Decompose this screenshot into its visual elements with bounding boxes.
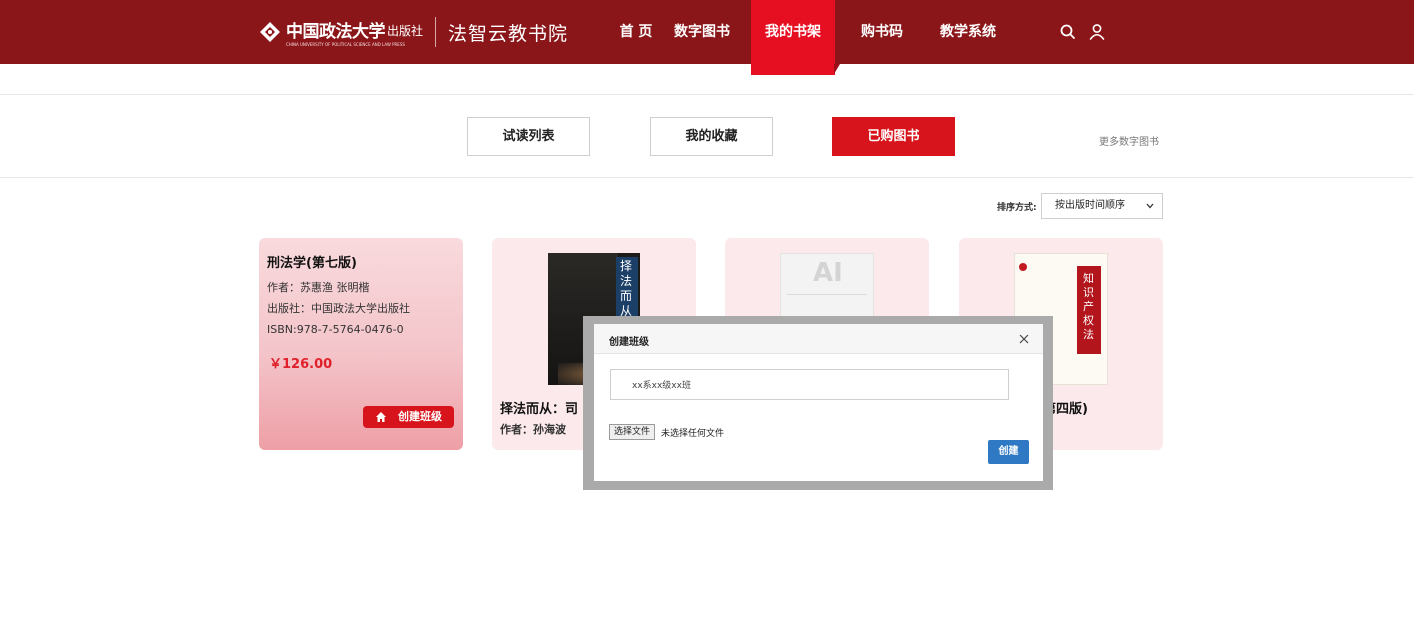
close-icon[interactable] <box>1018 333 1030 345</box>
cover-emblem <box>1019 263 1027 271</box>
book-card[interactable]: 刑法学(第七版) 作者：苏惠渔 张明楷 出版社：中国政法大学出版社 ISBN:9… <box>259 238 463 450</box>
file-status-text: 未选择任何文件 <box>661 429 725 439</box>
cover-title: AI <box>813 258 843 288</box>
nav-teaching-system[interactable]: 教学系统 <box>930 0 1006 64</box>
logo-press: 出版社 <box>387 23 424 38</box>
nav-home[interactable]: 首 页 <box>612 0 660 64</box>
book-author: 作者：苏惠渔 张明楷 <box>267 281 370 294</box>
book-title: 刑法学(第七版) <box>267 256 357 271</box>
nav-book-code[interactable]: 购书码 <box>850 0 914 64</box>
more-digital-books-link[interactable]: 更多数字图书 <box>1099 133 1159 148</box>
create-class-button[interactable]: 创建班级 <box>363 406 454 428</box>
search-icon[interactable] <box>1058 22 1078 42</box>
tab-trial-list[interactable]: 试读列表 <box>467 117 590 156</box>
book-title: 择法而从：司 <box>500 402 579 417</box>
logo-divider <box>435 17 437 47</box>
book-price: ￥126.00 <box>269 357 333 372</box>
logo-subtitle: CHINA UNIVERSITY OF POLITICAL SCIENCE AN… <box>286 42 405 47</box>
cover-title: 择法而从 <box>620 259 633 318</box>
brand-name: 法智云教书院 <box>448 22 569 45</box>
dialog-header: 创建班级 <box>594 324 1043 354</box>
create-class-dialog: 创建班级 选择文件 未选择任何文件 创建 <box>594 324 1043 481</box>
cover-title: 知识产权法 <box>1083 272 1094 341</box>
create-button[interactable]: 创建 <box>988 440 1029 464</box>
sort-selected-value: 按出版时间顺序 <box>1055 200 1125 211</box>
class-name-input[interactable] <box>610 369 1009 400</box>
divider-tabs <box>0 177 1414 178</box>
nav-active-tail <box>834 64 840 74</box>
user-icon[interactable] <box>1087 22 1107 42</box>
cover-rule <box>787 294 867 295</box>
book-publisher: 出版社：中国政法大学出版社 <box>267 302 410 315</box>
tab-favorites[interactable]: 我的收藏 <box>650 117 773 156</box>
sort-label: 排序方式: <box>997 203 1037 213</box>
book-author: 作者：孙海波 <box>500 423 566 436</box>
logo-emblem-icon <box>260 22 280 42</box>
site-logo[interactable]: 中国政法大学 出版社 CHINA UNIVERSITY OF POLITICAL… <box>258 14 568 50</box>
dialog-title: 创建班级 <box>609 337 649 348</box>
nav-digital-books[interactable]: 数字图书 <box>664 0 740 64</box>
nav-my-bookshelf[interactable]: 我的书架 <box>751 0 835 75</box>
home-icon <box>376 412 386 422</box>
logo-name: 中国政法大学 <box>286 21 386 42</box>
tab-purchased-books[interactable]: 已购图书 <box>832 117 955 156</box>
sort-select[interactable]: 按出版时间顺序 <box>1041 193 1163 219</box>
divider-top <box>0 94 1414 95</box>
book-isbn: ISBN:978-7-5764-0476-0 <box>267 323 404 336</box>
chevron-down-icon <box>1146 203 1154 209</box>
top-nav-bar: 中国政法大学 出版社 CHINA UNIVERSITY OF POLITICAL… <box>0 0 1414 75</box>
choose-file-button[interactable]: 选择文件 <box>609 424 656 440</box>
create-class-label: 创建班级 <box>398 410 442 423</box>
